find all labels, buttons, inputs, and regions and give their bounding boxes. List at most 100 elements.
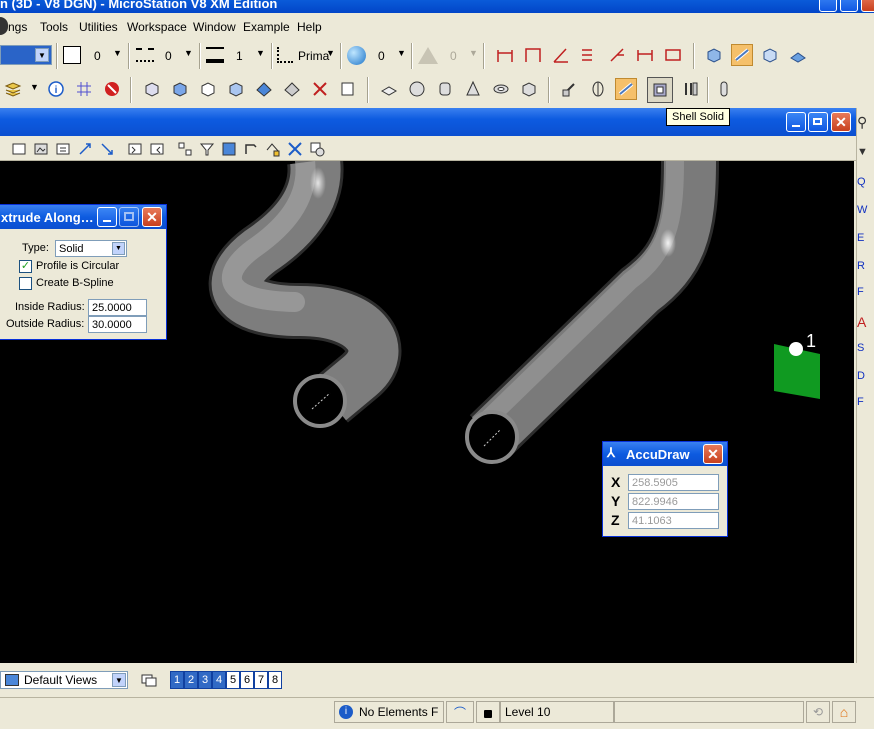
- menu-tools[interactable]: Tools: [40, 20, 68, 34]
- view-tool-9-icon[interactable]: [196, 138, 218, 160]
- chevron-down-icon[interactable]: ▼: [30, 82, 39, 92]
- 3d-tool-2-icon[interactable]: [169, 78, 191, 100]
- menu-example[interactable]: Example: [243, 20, 290, 34]
- view-tool-1-icon[interactable]: [8, 138, 30, 160]
- layers-icon[interactable]: [2, 78, 24, 100]
- level-select[interactable]: ▼: [0, 45, 52, 65]
- 3d-tool-5-icon[interactable]: [253, 78, 275, 100]
- view-tool-3-icon[interactable]: [52, 138, 74, 160]
- view-tool-2-icon[interactable]: [30, 138, 52, 160]
- create-bspline-checkbox[interactable]: [19, 277, 32, 290]
- thicken-icon[interactable]: [680, 78, 702, 100]
- transparency-icon[interactable]: [347, 46, 366, 65]
- view-tool-11-icon[interactable]: [240, 138, 262, 160]
- cylinder-icon[interactable]: [434, 78, 456, 100]
- outside-radius-input[interactable]: 30.0000: [88, 316, 147, 333]
- delete-icon[interactable]: [101, 78, 123, 100]
- dimension-size-icon[interactable]: [494, 44, 516, 66]
- chevron-down-icon[interactable]: ▼: [326, 48, 335, 58]
- snap-mode-icon[interactable]: ⌒: [446, 701, 474, 723]
- 3d-tool-4-icon[interactable]: [225, 78, 247, 100]
- torus-icon[interactable]: [490, 78, 512, 100]
- view-tool-7-icon[interactable]: [146, 138, 168, 160]
- task-item-f2[interactable]: F: [857, 396, 874, 408]
- dimension-radial-icon[interactable]: [606, 44, 628, 66]
- 3d-tool-7-icon[interactable]: [309, 78, 331, 100]
- menu-workspace[interactable]: Workspace: [127, 20, 187, 34]
- menu-window[interactable]: Window: [193, 20, 236, 34]
- dimension-location-icon[interactable]: [522, 44, 544, 66]
- task-item-d[interactable]: D: [857, 370, 874, 382]
- view-tool-5-icon[interactable]: [96, 138, 118, 160]
- view-tool-8-icon[interactable]: [174, 138, 196, 160]
- view-tool-13-icon[interactable]: [284, 138, 306, 160]
- solid-construct-icon[interactable]: [787, 44, 809, 66]
- chevron-down-icon[interactable]: ▼: [113, 48, 122, 58]
- task-item-r[interactable]: R: [857, 260, 874, 272]
- extrude-along-path-icon[interactable]: [615, 78, 637, 100]
- chevron-down-icon[interactable]: ▼: [184, 48, 193, 58]
- chevron-down-icon[interactable]: ▼: [397, 48, 406, 58]
- maximize-app-button[interactable]: [840, 0, 858, 12]
- view-button-5[interactable]: 5: [226, 671, 240, 689]
- sphere-icon[interactable]: [406, 78, 428, 100]
- restore-view-button[interactable]: [808, 112, 828, 132]
- view-groups-icon[interactable]: [138, 669, 160, 691]
- dimension-ordinate-icon[interactable]: [578, 44, 600, 66]
- extrude-icon[interactable]: [559, 78, 581, 100]
- view-tool-10-icon[interactable]: [218, 138, 240, 160]
- dimension-element-icon[interactable]: [634, 44, 656, 66]
- chevron-down-icon[interactable]: ▼: [256, 48, 265, 58]
- task-item-q[interactable]: Q: [857, 176, 874, 188]
- task-panel-pin-icon[interactable]: ⚲: [857, 114, 874, 131]
- minimize-view-button[interactable]: [786, 112, 806, 132]
- view-tool-12-icon[interactable]: [262, 138, 284, 160]
- z-input[interactable]: 41.1063: [628, 512, 719, 529]
- info-icon[interactable]: i: [45, 78, 67, 100]
- dimension-angle-icon[interactable]: [550, 44, 572, 66]
- view-tool-14-icon[interactable]: [306, 138, 328, 160]
- line-weight-icon[interactable]: [206, 47, 224, 63]
- close-view-button[interactable]: ✕: [831, 112, 851, 132]
- menu-help[interactable]: Help: [297, 20, 322, 34]
- view-button-4[interactable]: 4: [212, 671, 226, 689]
- task-item-a[interactable]: A: [857, 314, 874, 330]
- task-item-w[interactable]: W: [857, 204, 874, 216]
- view-button-3[interactable]: 3: [198, 671, 212, 689]
- view-button-6[interactable]: 6: [240, 671, 254, 689]
- class-icon[interactable]: [277, 47, 293, 63]
- task-item-f[interactable]: F: [857, 286, 874, 298]
- view-button-1[interactable]: 1: [170, 671, 184, 689]
- snap-grid-icon[interactable]: [73, 78, 95, 100]
- minimize-app-button[interactable]: [819, 0, 837, 12]
- profile-circular-checkbox[interactable]: ✓: [19, 260, 32, 273]
- 3d-tool-8-icon[interactable]: [337, 78, 359, 100]
- menu-settings[interactable]: ngs: [8, 20, 27, 34]
- close-dialog-button[interactable]: ✕: [142, 207, 162, 227]
- solid-box-icon[interactable]: [703, 44, 725, 66]
- slab-icon[interactable]: [378, 78, 400, 100]
- 3d-tool-1-icon[interactable]: [141, 78, 163, 100]
- y-input[interactable]: 822.9946: [628, 493, 719, 510]
- revolve-icon[interactable]: [587, 78, 609, 100]
- cone-icon[interactable]: [462, 78, 484, 100]
- solid-modify-icon[interactable]: [759, 44, 781, 66]
- dimension-box-icon[interactable]: [662, 44, 684, 66]
- type-select[interactable]: Solid ▼: [55, 240, 127, 257]
- home-icon[interactable]: ⌂: [832, 701, 856, 723]
- close-app-button[interactable]: [861, 0, 874, 12]
- 3d-tool-6-icon[interactable]: [281, 78, 303, 100]
- lock-icon[interactable]: [476, 701, 500, 723]
- shell-solid-button[interactable]: [647, 77, 673, 103]
- wedge-icon[interactable]: [518, 78, 540, 100]
- view-button-7[interactable]: 7: [254, 671, 268, 689]
- minimize-dialog-button[interactable]: [97, 207, 117, 227]
- extrude-along-icon[interactable]: [731, 44, 753, 66]
- 3d-tool-3-icon[interactable]: [197, 78, 219, 100]
- view-tool-6-icon[interactable]: [124, 138, 146, 160]
- task-item-e[interactable]: E: [857, 232, 874, 244]
- chevron-down-icon[interactable]: ▼: [857, 146, 874, 158]
- saved-views-select[interactable]: Default Views ▼: [0, 671, 128, 689]
- line-style-icon[interactable]: [136, 48, 154, 62]
- x-input[interactable]: 258.5905: [628, 474, 719, 491]
